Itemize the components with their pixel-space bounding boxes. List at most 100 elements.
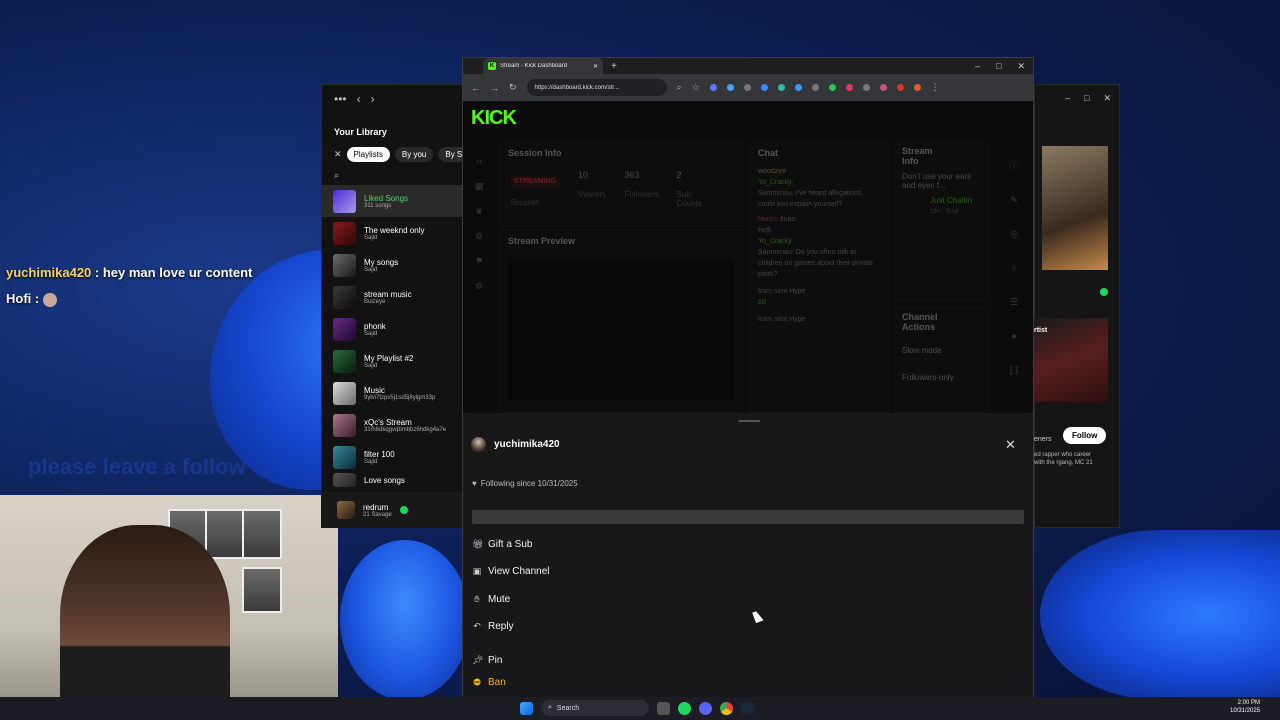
new-tab-icon[interactable]: + [611,61,617,72]
library-item-name: My Playlist #2 [364,353,414,363]
target-icon[interactable]: ◎ [1003,217,1025,251]
close-icon[interactable]: ✕ [334,149,342,160]
taskbar-clock[interactable]: 2:00 PM 10/31/2025 [1230,699,1260,715]
nav-icon[interactable]: ⚑ [467,249,491,274]
close-icon[interactable]: ✕ [1017,61,1025,72]
now-playing-artist[interactable]: 21 Savage [363,512,392,518]
edit-icon[interactable]: ✎ [1003,183,1025,217]
library-item[interactable]: Music 9ylvi7tzpv5j1sd5j8ylgm33p [322,377,462,409]
close-tab-icon[interactable]: ✕ [593,63,598,70]
chip-playlists[interactable]: Playlists [346,147,390,162]
library-item-name: Liked Songs [364,193,409,203]
windows-start-icon[interactable] [520,701,533,715]
browser-tab[interactable]: K Stream - Kick Dashboard ✕ [483,58,603,74]
library-item[interactable]: My songs Sajid [322,249,462,281]
taskbar-search[interactable]: ⌕ Search [541,700,649,716]
reload-icon[interactable]: ↻ [509,82,517,93]
extension-icon[interactable] [777,84,785,91]
stat-value: 2 [676,170,682,180]
forward-icon[interactable]: › [371,92,375,106]
now-playing-title[interactable]: redrum [363,503,392,512]
chat-user: Yo_Cracky: [758,238,794,245]
extension-icon[interactable] [879,84,887,91]
maximize-icon[interactable]: □ [1084,93,1089,104]
info-icon[interactable]: ⓘ [1003,149,1025,183]
profile-avatar[interactable] [913,84,921,91]
chip-by-you[interactable]: By you [394,147,434,162]
chrome-icon[interactable] [720,701,733,715]
library-item[interactable]: Liked Songs 311 songs [322,185,462,217]
nav-icon[interactable]: ⚙ [467,224,491,249]
playlist-cover [333,413,356,437]
library-item[interactable]: Love songs [322,473,462,487]
search-icon[interactable]: ⌕ [322,162,462,185]
bookmark-star-icon[interactable]: ☆ [692,82,700,93]
verified-icon [1100,288,1108,296]
maximize-icon[interactable]: □ [996,61,1001,72]
extension-icon[interactable] [845,84,853,91]
extension-icon[interactable] [794,84,802,91]
url-input[interactable]: https://dashboard.kick.com/str... [526,79,667,96]
library-item[interactable]: My Playlist #2 Sajid [322,345,462,377]
user-card-username[interactable]: yuchimika420 [494,439,560,450]
nav-icon[interactable]: ⚙ [467,274,491,299]
extension-icon[interactable] [811,84,819,91]
list-icon[interactable]: ☰ [1003,285,1025,319]
code-icon[interactable]: ⟦⟧ [1003,353,1025,387]
forward-icon[interactable]: → [490,83,499,93]
extension-icon[interactable] [743,84,751,91]
pin-button[interactable]: 📌︎ Pin [472,655,502,666]
ban-button[interactable]: ⛔︎ Ban [472,677,506,688]
nav-icon[interactable]: ♛ [467,199,491,224]
tab-bar: K Stream - Kick Dashboard ✕ + – □ ✕ [463,58,1033,74]
extension-icon[interactable] [709,84,717,91]
extension-icon[interactable] [862,84,870,91]
library-item[interactable]: phonk Sajid [322,313,462,345]
saved-check-icon[interactable] [399,506,408,514]
close-icon[interactable]: ✕ [1103,93,1111,104]
back-icon[interactable]: ← [471,83,480,93]
stream-title: Don't use your ears and eyes f... [902,172,972,190]
panel-title: Stream Info [902,146,933,166]
extension-icon[interactable] [726,84,734,91]
reply-button[interactable]: ↶ Reply [472,621,513,632]
panel-title: Stream Preview [508,236,576,246]
address-bar-row: ← → ↻ https://dashboard.kick.com/str... … [463,74,1033,101]
extension-icon[interactable] [896,84,904,91]
overlay-chat-text: : [34,291,40,306]
chat-bubble-icon[interactable]: ● [1003,319,1025,353]
spotify-icon[interactable] [678,701,691,715]
more-icon[interactable]: ••• [334,92,347,106]
followers-only-toggle[interactable]: Followers-only [902,373,982,382]
minimize-icon[interactable]: – [1065,93,1070,104]
library-item[interactable]: filter 100 Sajid [322,441,462,473]
gift-sub-button[interactable]: 🎁︎ Gift a Sub [472,539,532,550]
nav-icon[interactable]: ▦ [467,174,491,199]
menu-dots-icon[interactable]: ⋮ [931,82,940,93]
steam-icon[interactable] [741,701,754,715]
search-icon[interactable]: ⌕ [677,82,682,93]
library-item[interactable]: The weeknd only Sajid [322,217,462,249]
extension-icon[interactable] [828,84,836,91]
search-placeholder: Search [556,704,580,712]
bolt-icon[interactable]: ⚡ [1003,251,1025,285]
close-icon[interactable]: ✕ [1005,437,1016,453]
playlist-cover [333,349,356,373]
library-item-name: filter 100 [364,449,395,459]
stat-value: 363 [624,170,640,180]
discord-icon[interactable] [699,701,712,715]
nav-icon[interactable]: ‹› [467,149,491,174]
library-item[interactable]: xQc's Stream 31m6dkqgvqbmbbz6hdkg4a7e [322,409,462,441]
back-icon[interactable]: ‹ [357,92,361,106]
drag-handle[interactable] [738,420,760,422]
task-view-icon[interactable] [657,701,670,715]
view-channel-button[interactable]: ▣ View Channel [472,566,550,577]
follow-button[interactable]: Follow [1063,427,1107,444]
minimize-icon[interactable]: – [975,61,980,72]
chat-message: Sammmau: I've heard allegations, could y… [758,190,864,208]
mute-button[interactable]: ✋︎ Mute [472,594,510,605]
category-link[interactable]: Just Chattin [902,196,982,205]
library-item[interactable]: stream music Bulzeye [322,281,462,313]
slow-mode-toggle[interactable]: Slow mode [902,346,982,355]
extension-icon[interactable] [760,84,768,91]
